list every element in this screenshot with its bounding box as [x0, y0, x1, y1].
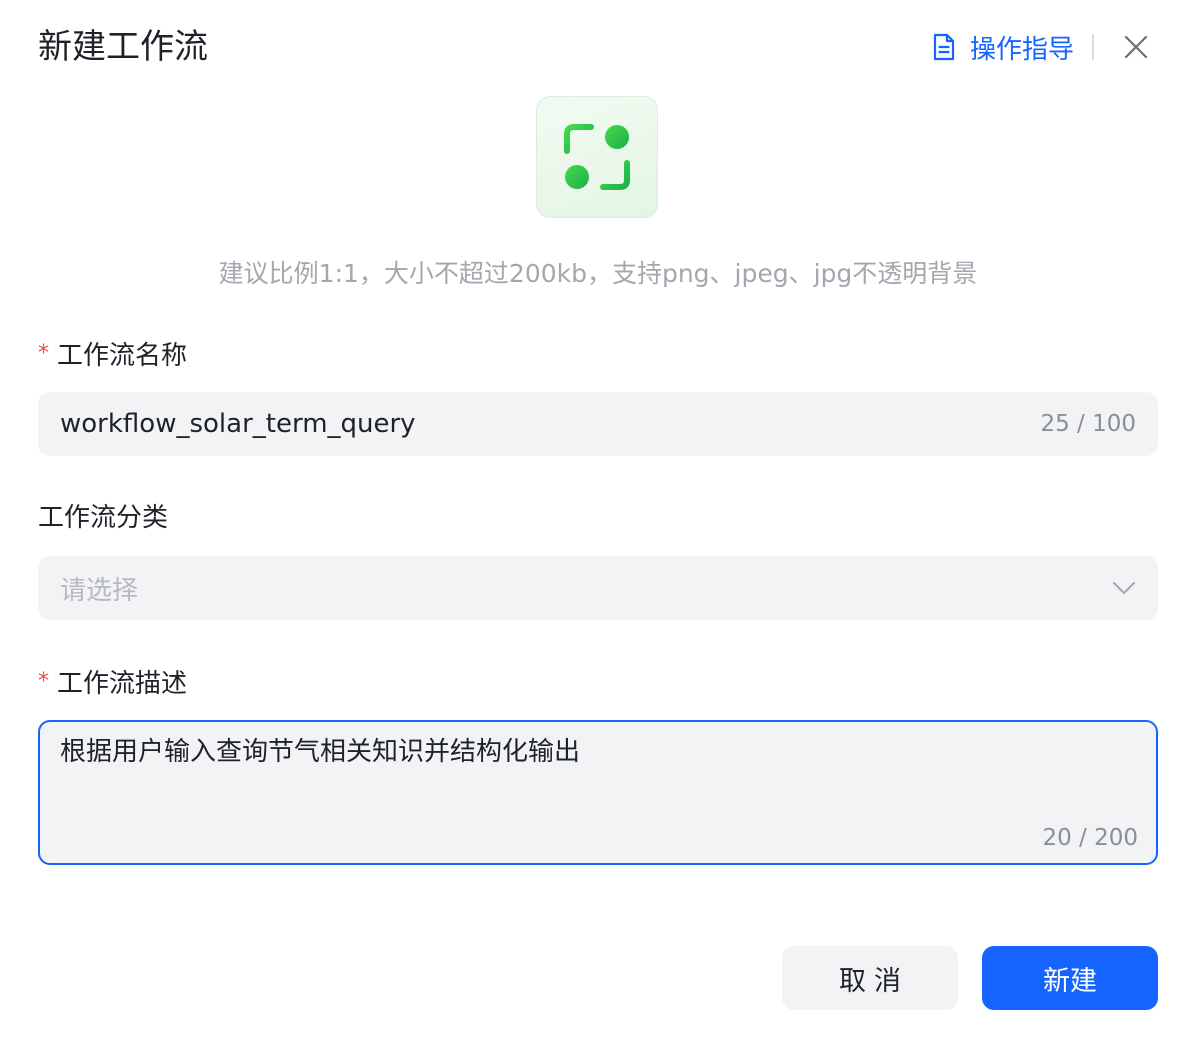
name-input[interactable]: workflow_solar_term_query 25 / 100 — [38, 392, 1158, 456]
category-placeholder: 请选择 — [60, 575, 139, 606]
workflow-avatar-upload[interactable] — [536, 96, 658, 218]
category-field-label: 工作流分类 — [38, 500, 168, 536]
workflow-icon — [564, 124, 630, 190]
close-button[interactable] — [1116, 27, 1156, 67]
required-mark: * — [38, 669, 49, 694]
header-divider — [1092, 34, 1094, 60]
required-mark: * — [38, 341, 49, 366]
close-icon — [1124, 35, 1148, 59]
guide-label: 操作指导 — [969, 34, 1074, 65]
guide-link[interactable]: 操作指导 — [932, 29, 1074, 66]
name-input-value: workflow_solar_term_query — [60, 409, 416, 439]
description-field-label: * 工作流描述 — [38, 664, 187, 702]
category-select[interactable]: 请选择 — [38, 556, 1158, 620]
name-char-counter: 25 / 100 — [1040, 411, 1136, 437]
chevron-down-icon — [1113, 582, 1135, 594]
avatar-hint: 建议比例1:1，大小不超过200kb，支持png、jpeg、jpg不透明背景 — [218, 259, 978, 288]
dialog-title: 新建工作流 — [38, 27, 208, 67]
description-label-text: 工作流描述 — [57, 669, 188, 699]
document-icon — [933, 33, 955, 61]
description-value: 根据用户输入查询节气相关知识并结构化输出 — [60, 737, 581, 767]
name-field-label: * 工作流名称 — [38, 336, 187, 374]
category-label-text: 工作流分类 — [38, 503, 169, 533]
create-workflow-dialog: 新建工作流 操作指导 建议比例1:1，大小不超过200kb，支持png、jpeg… — [0, 0, 1182, 1042]
description-char-counter: 20 / 200 — [1042, 825, 1138, 851]
header-actions: 操作指导 — [932, 24, 1156, 70]
description-textarea[interactable]: 根据用户输入查询节气相关知识并结构化输出 20 / 200 — [38, 720, 1158, 865]
create-button[interactable]: 新建 — [982, 946, 1158, 1010]
name-label-text: 工作流名称 — [57, 341, 188, 371]
cancel-button[interactable]: 取消 — [782, 946, 958, 1010]
